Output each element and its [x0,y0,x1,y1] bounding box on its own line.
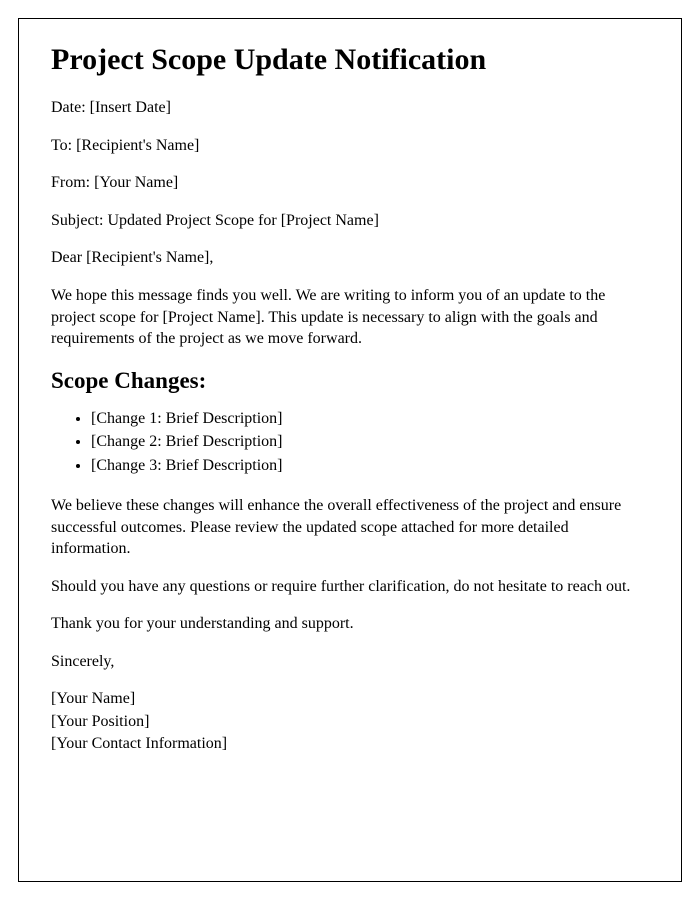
scope-changes-heading: Scope Changes: [51,368,649,394]
list-item: [Change 3: Brief Description] [91,455,649,477]
effectiveness-paragraph: We believe these changes will enhance th… [51,495,649,560]
document-title: Project Scope Update Notification [51,43,649,77]
changes-list: [Change 1: Brief Description] [Change 2:… [91,408,649,477]
thanks-paragraph: Thank you for your understanding and sup… [51,613,649,635]
document-frame: Project Scope Update Notification Date: … [18,18,682,882]
subject-field: Subject: Updated Project Scope for [Proj… [51,210,649,232]
signature-contact: [Your Contact Information] [51,733,649,755]
list-item: [Change 2: Brief Description] [91,431,649,453]
signature-block: [Your Name] [Your Position] [Your Contac… [51,688,649,755]
to-field: To: [Recipient's Name] [51,135,649,157]
closing: Sincerely, [51,651,649,673]
date-field: Date: [Insert Date] [51,97,649,119]
signature-position: [Your Position] [51,711,649,733]
list-item: [Change 1: Brief Description] [91,408,649,430]
from-field: From: [Your Name] [51,172,649,194]
questions-paragraph: Should you have any questions or require… [51,576,649,598]
signature-name: [Your Name] [51,688,649,710]
intro-paragraph: We hope this message finds you well. We … [51,285,649,350]
salutation: Dear [Recipient's Name], [51,247,649,269]
